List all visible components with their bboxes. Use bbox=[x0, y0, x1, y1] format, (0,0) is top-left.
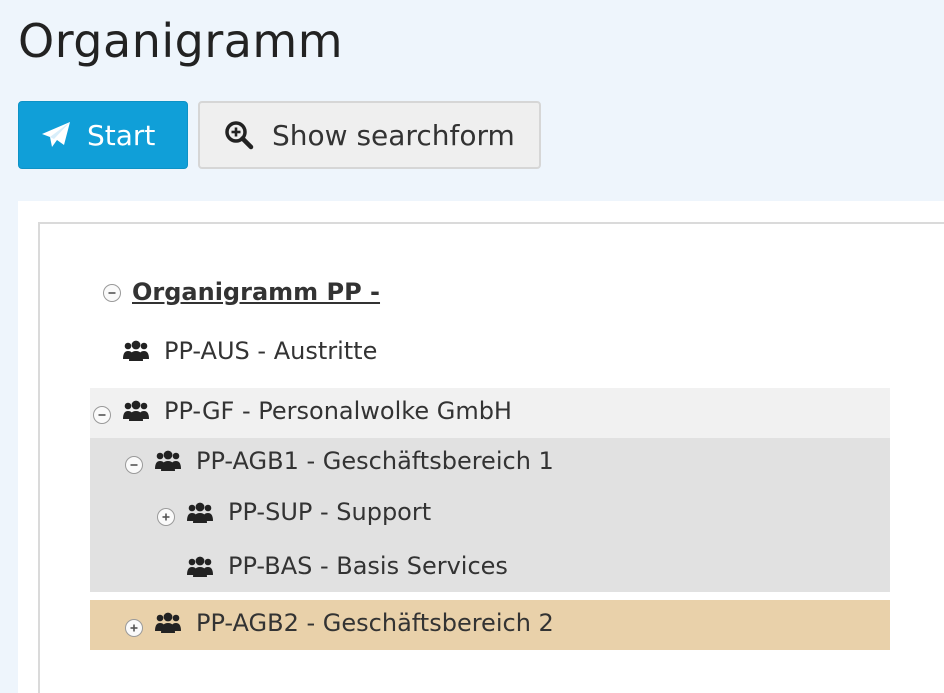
toolbar: Start Show searchform bbox=[18, 101, 541, 169]
show-searchform-button-label: Show searchform bbox=[272, 118, 515, 152]
tree-node-label[interactable]: PP-BAS - Basis Services bbox=[228, 552, 508, 580]
tree-node-label[interactable]: PP-GF - Personalwolke GmbH bbox=[164, 397, 512, 425]
collapse-toggle-icon[interactable] bbox=[93, 406, 111, 424]
start-button-label: Start bbox=[87, 118, 156, 152]
tree-node[interactable]: PP-AGB1 - Geschäftsbereich 1 bbox=[90, 438, 890, 488]
users-group-icon bbox=[155, 612, 181, 633]
tree-node-label[interactable]: PP-AGB2 - Geschäftsbereich 2 bbox=[196, 609, 554, 637]
users-group-icon bbox=[187, 556, 213, 577]
tree-node[interactable]: PP-BAS - Basis Services bbox=[90, 542, 890, 592]
tree-node[interactable]: PP-AUS - Austritte bbox=[90, 332, 890, 370]
tree-node-label[interactable]: PP-AUS - Austritte bbox=[164, 337, 377, 365]
expand-toggle-icon[interactable] bbox=[125, 619, 143, 637]
tree-panel: Organigramm PP - PP-AUS - Austritte PP-G… bbox=[38, 222, 944, 693]
users-group-icon bbox=[123, 400, 149, 421]
tree-root[interactable]: Organigramm PP - bbox=[90, 276, 890, 310]
users-group-icon bbox=[123, 340, 149, 361]
collapse-toggle-icon[interactable] bbox=[103, 284, 121, 302]
tree-node-label[interactable]: PP-SUP - Support bbox=[228, 498, 431, 526]
show-searchform-button[interactable]: Show searchform bbox=[198, 101, 541, 169]
users-group-icon bbox=[187, 502, 213, 523]
tree-root-label[interactable]: Organigramm PP - bbox=[132, 278, 380, 306]
collapse-toggle-icon[interactable] bbox=[125, 456, 143, 474]
paper-plane-icon bbox=[42, 122, 70, 147]
tree-node-label[interactable]: PP-AGB1 - Geschäftsbereich 1 bbox=[196, 447, 554, 475]
page-title: Organigramm bbox=[18, 14, 344, 68]
expand-toggle-icon[interactable] bbox=[157, 508, 175, 526]
users-group-icon bbox=[155, 450, 181, 471]
tree-node[interactable]: PP-SUP - Support bbox=[90, 490, 890, 540]
start-button[interactable]: Start bbox=[18, 101, 188, 169]
tree-node[interactable]: PP-GF - Personalwolke GmbH bbox=[90, 388, 890, 438]
zoom-in-icon bbox=[225, 121, 254, 150]
content-panel: Organigramm PP - PP-AUS - Austritte PP-G… bbox=[18, 201, 944, 693]
tree-node-selected[interactable]: PP-AGB2 - Geschäftsbereich 2 bbox=[90, 600, 890, 650]
